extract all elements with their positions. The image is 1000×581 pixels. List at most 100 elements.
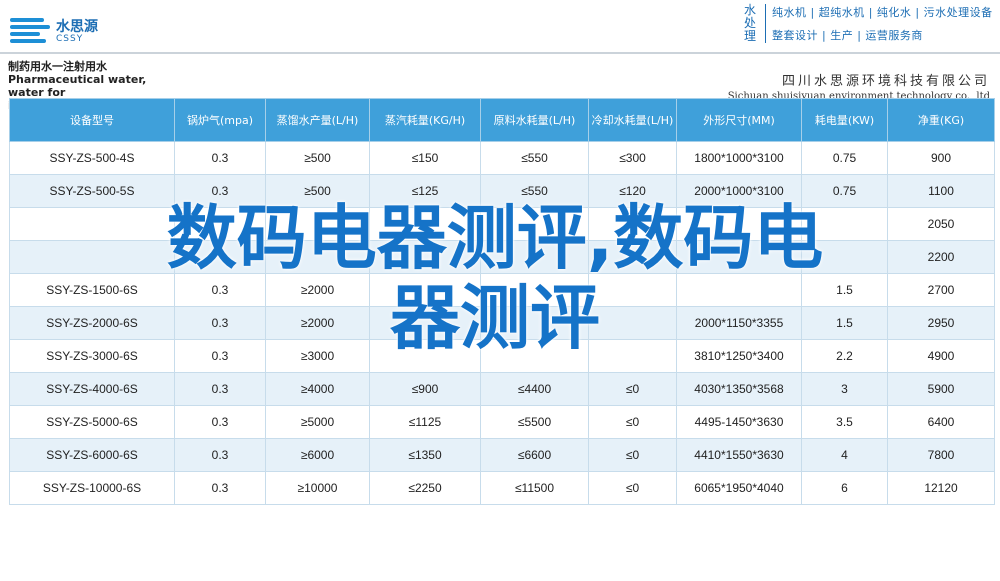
table-cell: 6400 bbox=[887, 405, 995, 439]
table-cell: ≤5500 bbox=[480, 405, 589, 439]
table-cell: 1.5 bbox=[801, 306, 888, 340]
table-cell: ≤550 bbox=[480, 141, 589, 175]
table-cell: ≥6000 bbox=[265, 438, 370, 472]
table-cell: ≥5000 bbox=[265, 405, 370, 439]
table-cell: 3 bbox=[801, 372, 888, 406]
header-divider bbox=[0, 52, 1000, 54]
table-cell bbox=[588, 306, 677, 340]
table-cell bbox=[676, 207, 802, 241]
table-cell: 2000*1150*3355 bbox=[676, 306, 802, 340]
column-header: 外形尺寸(MM) bbox=[676, 98, 802, 142]
table-cell: ≤900 bbox=[369, 372, 481, 406]
table-cell: 4410*1550*3630 bbox=[676, 438, 802, 472]
table-row: SSY-ZS-500-5S 0.3 ≥500 ≤125 ≤550 ≤120 2000*100… bbox=[9, 174, 995, 208]
table-cell: 0.3 bbox=[174, 141, 266, 175]
table-cell: ≤6600 bbox=[480, 438, 589, 472]
table-cell: 0.3 bbox=[174, 306, 266, 340]
product-title-en-1: Pharmaceutical water, water for bbox=[8, 73, 147, 99]
table-cell: 2200 bbox=[887, 240, 995, 274]
table-cell: 0.3 bbox=[174, 471, 266, 505]
table-row: SSY-ZS-1500-6S 0.3 ≥2000 1.5 2700 bbox=[9, 273, 995, 307]
table-cell: ≥500 bbox=[265, 174, 370, 208]
slogan-line-2: 整套设计 | 生产 | 运营服务商 bbox=[772, 29, 923, 42]
table-body: SSY-ZS-500-4S 0.3 ≥500 ≤150 ≤550 ≤300 1800*100… bbox=[9, 141, 995, 505]
table-row: 2200 bbox=[9, 240, 995, 274]
table-cell: SSY-ZS-500-4S bbox=[9, 141, 175, 175]
table-cell bbox=[369, 339, 481, 373]
table-cell bbox=[369, 273, 481, 307]
table-cell bbox=[480, 306, 589, 340]
table-cell bbox=[588, 339, 677, 373]
table-cell: 4900 bbox=[887, 339, 995, 373]
table-cell: SSY-ZS-5000-6S bbox=[9, 405, 175, 439]
table-cell bbox=[9, 240, 175, 274]
table-cell: 0.3 bbox=[174, 273, 266, 307]
table-header-row: 设备型号 锅炉气(mpa) 蒸馏水产量(L/H) 蒸汽耗量(KG/H) 原料水耗量(L/… bbox=[9, 98, 995, 142]
table-cell: 5900 bbox=[887, 372, 995, 406]
table-cell: ≥3000 bbox=[265, 339, 370, 373]
column-header: 冷却水耗量(L/H) bbox=[588, 98, 677, 142]
table-cell: 2950 bbox=[887, 306, 995, 340]
table-cell: 1100 bbox=[887, 174, 995, 208]
column-header: 净重(KG) bbox=[887, 98, 995, 142]
table-cell: SSY-ZS-10000-6S bbox=[9, 471, 175, 505]
table-cell bbox=[588, 207, 677, 241]
table-cell: 6 bbox=[801, 471, 888, 505]
brand-vertical-label: 水处理 bbox=[739, 4, 766, 43]
brand-logo[interactable]: 水思源 CSSY bbox=[10, 14, 100, 48]
logo-chinese-name: 水思源 bbox=[56, 19, 98, 35]
table-cell: ≤120 bbox=[588, 174, 677, 208]
column-header: 锅炉气(mpa) bbox=[174, 98, 266, 142]
table-cell: ≤0 bbox=[588, 372, 677, 406]
table-cell bbox=[480, 273, 589, 307]
table-cell: ≤0 bbox=[588, 471, 677, 505]
table-cell: 4030*1350*3568 bbox=[676, 372, 802, 406]
table-cell bbox=[801, 207, 888, 241]
table-row: SSY-ZS-4000-6S 0.3 ≥4000 ≤900 ≤4400 ≤0 4030*13… bbox=[9, 372, 995, 406]
table-cell: 3810*1250*3400 bbox=[676, 339, 802, 373]
table-row: SSY-ZS-500-4S 0.3 ≥500 ≤150 ≤550 ≤300 1800*100… bbox=[9, 141, 995, 175]
table-cell bbox=[369, 240, 481, 274]
table-cell bbox=[265, 240, 370, 274]
table-cell: 4495-1450*3630 bbox=[676, 405, 802, 439]
table-cell bbox=[9, 207, 175, 241]
table-cell bbox=[265, 207, 370, 241]
table-cell: 4 bbox=[801, 438, 888, 472]
spec-table: 设备型号 锅炉气(mpa) 蒸馏水产量(L/H) 蒸汽耗量(KG/H) 原料水耗量(L/… bbox=[9, 98, 995, 505]
table-cell: 12120 bbox=[887, 471, 995, 505]
table-cell: 0.3 bbox=[174, 174, 266, 208]
table-row: SSY-ZS-3000-6S 0.3 ≥3000 3810*1250*3400 2.2 4… bbox=[9, 339, 995, 373]
table-cell: 0.75 bbox=[801, 174, 888, 208]
table-cell: 2000*1000*3100 bbox=[676, 174, 802, 208]
table-cell: 1.5 bbox=[801, 273, 888, 307]
table-cell: ≤11500 bbox=[480, 471, 589, 505]
table-cell: 900 bbox=[887, 141, 995, 175]
column-header: 设备型号 bbox=[9, 98, 175, 142]
table-cell: ≥10000 bbox=[265, 471, 370, 505]
table-cell: ≤150 bbox=[369, 141, 481, 175]
table-cell bbox=[676, 240, 802, 274]
table-cell: 0.3 bbox=[174, 339, 266, 373]
table-cell: SSY-ZS-500-5S bbox=[9, 174, 175, 208]
table-row: SSY-ZS-6000-6S 0.3 ≥6000 ≤1350 ≤6600 ≤0 4410*1… bbox=[9, 438, 995, 472]
table-cell: ≤300 bbox=[588, 141, 677, 175]
table-cell: 0.3 bbox=[174, 405, 266, 439]
table-cell bbox=[174, 207, 266, 241]
table-cell: ≤550 bbox=[480, 174, 589, 208]
column-header: 原料水耗量(L/H) bbox=[480, 98, 589, 142]
table-cell bbox=[480, 240, 589, 274]
table-row: SSY-ZS-5000-6S 0.3 ≥5000 ≤1125 ≤5500 ≤0 4495-1… bbox=[9, 405, 995, 439]
table-cell bbox=[369, 306, 481, 340]
table-cell: SSY-ZS-4000-6S bbox=[9, 372, 175, 406]
table-cell bbox=[588, 240, 677, 274]
table-row: 2050 bbox=[9, 207, 995, 241]
table-cell: 6065*1950*4040 bbox=[676, 471, 802, 505]
table-cell: 3.5 bbox=[801, 405, 888, 439]
column-header: 耗电量(KW) bbox=[801, 98, 888, 142]
table-cell: 0.3 bbox=[174, 372, 266, 406]
table-cell bbox=[174, 240, 266, 274]
table-cell: SSY-ZS-2000-6S bbox=[9, 306, 175, 340]
column-header: 蒸汽耗量(KG/H) bbox=[369, 98, 481, 142]
table-row: SSY-ZS-10000-6S 0.3 ≥10000 ≤2250 ≤11500 ≤0 606… bbox=[9, 471, 995, 505]
table-cell: ≤1125 bbox=[369, 405, 481, 439]
